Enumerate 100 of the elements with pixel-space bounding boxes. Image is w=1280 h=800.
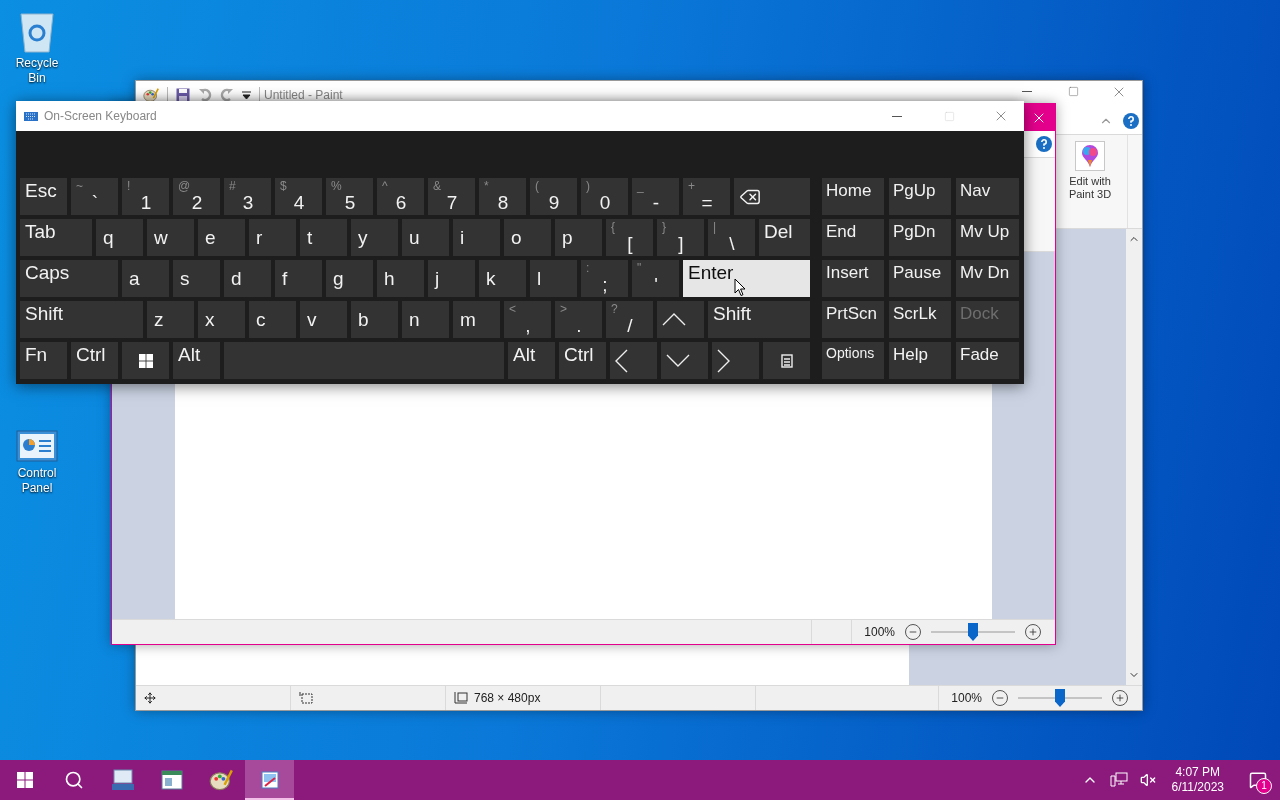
keyboard-key[interactable]: Fn	[20, 342, 67, 379]
volume-muted-icon	[1139, 772, 1156, 788]
keyboard-key[interactable]: } ]	[657, 219, 704, 256]
keyboard-key[interactable]: a	[122, 260, 169, 297]
keyboard-key[interactable]: $ 4	[275, 178, 322, 215]
clock[interactable]: 4:07 PM 6/11/2023	[1163, 765, 1232, 795]
windows-icon	[139, 353, 153, 368]
chevron-right-icon	[717, 348, 730, 373]
keyboard-key[interactable]: q	[96, 219, 143, 256]
keyboard-key[interactable]: Help	[889, 342, 951, 379]
desktop-icon-label[interactable]: Recycle Bin	[7, 56, 67, 86]
keyboard-key[interactable]: Alt	[173, 342, 220, 379]
keyboard-key[interactable]: Alt	[508, 342, 555, 379]
move-icon	[144, 692, 156, 704]
keyboard-key[interactable]: ! 1	[122, 178, 169, 215]
keyboard-key[interactable]: l	[530, 260, 577, 297]
keyboard-key[interactable]: c	[249, 301, 296, 338]
keyboard-key[interactable]	[734, 178, 810, 215]
keyboard-key[interactable]: & 7	[428, 178, 475, 215]
keyboard-key[interactable]: b	[351, 301, 398, 338]
taskbar-app-button[interactable]	[245, 760, 294, 800]
keyboard-key[interactable]: ^ 6	[377, 178, 424, 215]
keyboard-key[interactable]: p	[555, 219, 602, 256]
keyboard-key[interactable]: Ctrl	[559, 342, 606, 379]
keyboard-key[interactable]: h	[377, 260, 424, 297]
chevron-up-icon	[662, 313, 686, 326]
menu-key-icon	[781, 353, 793, 368]
keyboard-key[interactable]: Caps	[20, 260, 118, 297]
slider-thumb[interactable]	[968, 623, 978, 641]
keyboard-key[interactable]: : ;	[581, 260, 628, 297]
keyboard-key[interactable]: Mv Dn	[956, 260, 1019, 297]
keyboard-key[interactable]: End	[822, 219, 884, 256]
keyboard-key[interactable]: ( 9	[530, 178, 577, 215]
save-icon[interactable]	[176, 87, 190, 102]
keyboard-key[interactable]: PgUp	[889, 178, 951, 215]
desktop-icon-label[interactable]: Control Panel	[7, 466, 67, 496]
help-icon[interactable]	[1123, 113, 1139, 129]
keyboard-key[interactable]: f	[275, 260, 322, 297]
keyboard-key[interactable]: " '	[632, 260, 679, 297]
keyboard-key[interactable]: ? /	[606, 301, 653, 338]
undo-icon[interactable]	[198, 87, 212, 102]
keyboard-key[interactable]: ScrLk	[889, 301, 951, 338]
keyboard-key[interactable]: Insert	[822, 260, 884, 297]
chevron-down-icon	[666, 354, 690, 367]
keyboard-key[interactable]: Tab	[20, 219, 92, 256]
edit-with-paint-3d-button[interactable]: Edit with Paint 3D	[1057, 141, 1123, 201]
keyboard-key[interactable]: ~ `	[71, 178, 118, 215]
keyboard-key[interactable]: k	[479, 260, 526, 297]
vertical-scrollbar[interactable]	[1126, 229, 1142, 685]
keyboard-key[interactable]: u	[402, 219, 449, 256]
keyboard-key[interactable]: Home	[822, 178, 884, 215]
keyboard-key[interactable]: Ctrl	[71, 342, 118, 379]
keyboard-key[interactable]: Nav	[956, 178, 1019, 215]
redo-icon[interactable]	[220, 87, 234, 102]
keyboard-key[interactable]: t	[300, 219, 347, 256]
keyboard-key[interactable]: Shift	[20, 301, 143, 338]
keyboard-key[interactable]: Esc	[20, 178, 67, 215]
keyboard-key[interactable]: j	[428, 260, 475, 297]
keyboard-key[interactable]: _ -	[632, 178, 679, 215]
keyboard-key[interactable]: i	[453, 219, 500, 256]
keyboard-key[interactable]: > .	[555, 301, 602, 338]
keyboard-key[interactable]: PrtScn	[822, 301, 884, 338]
keyboard-icon	[24, 111, 38, 121]
keyboard-key[interactable]	[122, 342, 169, 379]
keyboard-key[interactable]: < ,	[504, 301, 551, 338]
keyboard-key[interactable]: # 3	[224, 178, 271, 215]
keyboard-key[interactable]: Mv Up	[956, 219, 1019, 256]
keyboard-key[interactable]: s	[173, 260, 220, 297]
keyboard-key[interactable]: e	[198, 219, 245, 256]
keyboard-key[interactable]: ) 0	[581, 178, 628, 215]
keyboard-key[interactable]: % 5	[326, 178, 373, 215]
keyboard-key[interactable]: m	[453, 301, 500, 338]
keyboard-key[interactable]: v	[300, 301, 347, 338]
keyboard-key[interactable]: w	[147, 219, 194, 256]
keyboard-key[interactable]: @ 2	[173, 178, 220, 215]
keyboard-key[interactable]: Pause	[889, 260, 951, 297]
keyboard-key[interactable]: n	[402, 301, 449, 338]
keyboard-key[interactable]: + =	[683, 178, 730, 215]
keyboard-key[interactable]: { [	[606, 219, 653, 256]
keyboard-key[interactable]: | \	[708, 219, 755, 256]
keyboard-key[interactable]: r	[249, 219, 296, 256]
keyboard-key[interactable]: d	[224, 260, 271, 297]
dropdown-icon[interactable]	[242, 90, 251, 99]
keyboard-key[interactable]: Fade	[956, 342, 1019, 379]
keyboard-key[interactable]: Enter	[683, 260, 810, 297]
keyboard-key[interactable]: y	[351, 219, 398, 256]
keyboard-key[interactable]: * 8	[479, 178, 526, 215]
slider-thumb[interactable]	[1055, 689, 1065, 707]
keyboard-key[interactable]: o	[504, 219, 551, 256]
keyboard-key[interactable]	[763, 342, 810, 379]
keyboard-key[interactable]: z	[147, 301, 194, 338]
help-icon[interactable]	[1036, 136, 1052, 152]
notifications-button[interactable]: 1	[1236, 760, 1280, 800]
keyboard-key[interactable]: x	[198, 301, 245, 338]
close-button[interactable]	[1023, 104, 1055, 131]
keyboard-key[interactable]: g	[326, 260, 373, 297]
keyboard-key[interactable]: Shift	[708, 301, 810, 338]
keyboard-key[interactable]: Options	[822, 342, 884, 379]
keyboard-key[interactable]: Del	[759, 219, 810, 256]
keyboard-key[interactable]: PgDn	[889, 219, 951, 256]
